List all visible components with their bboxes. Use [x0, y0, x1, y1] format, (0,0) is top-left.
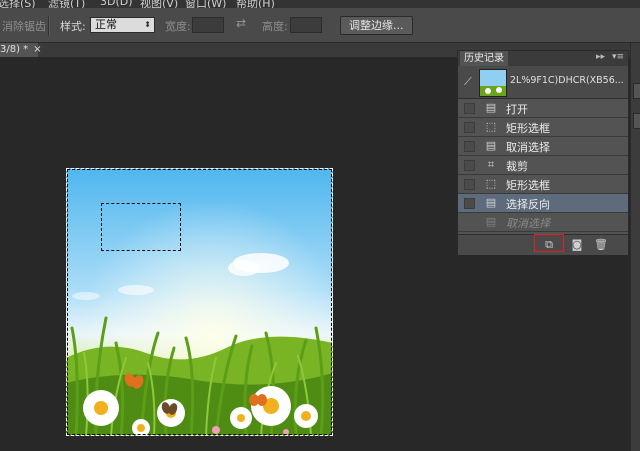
- chevron-updown-icon: ⬍: [144, 20, 151, 29]
- history-item[interactable]: ⬚ 矩形选框: [458, 118, 628, 137]
- menu-select[interactable]: 选择(S): [0, 0, 36, 8]
- history-item-label: 矩形选框: [506, 179, 550, 192]
- refine-edge-button[interactable]: 调整边缘...: [340, 16, 413, 35]
- options-bar: 消除锯齿 样式: 正常 ⬍ 宽度: ⇄ 高度: 调整边缘...: [0, 8, 640, 43]
- height-input[interactable]: [290, 17, 322, 33]
- trash-icon[interactable]: 🗑: [592, 237, 610, 253]
- snapshot-name: 2L%9F1C)DHCR(XB56...: [510, 75, 624, 86]
- document-icon: ▤: [485, 139, 497, 152]
- close-icon[interactable]: ×: [33, 44, 41, 55]
- document-icon: ▤: [485, 215, 497, 228]
- menu-filter[interactable]: 滤镜(T): [48, 0, 85, 8]
- crop-icon: ⌗: [487, 158, 495, 171]
- snapshot-thumbnail: [479, 69, 507, 97]
- history-item-selected[interactable]: ▤ 选择反向: [458, 194, 628, 213]
- menu-view[interactable]: 视图(V): [140, 0, 178, 8]
- panel-menu-icon[interactable]: ▾≡: [612, 52, 624, 62]
- menu-help[interactable]: 帮助(H): [236, 0, 275, 8]
- height-label: 高度:: [262, 20, 288, 33]
- history-item-label: 矩形选框: [506, 122, 550, 135]
- history-item[interactable]: ⬚ 矩形选框: [458, 175, 628, 194]
- history-item-undone[interactable]: ▤ 取消选择: [458, 213, 628, 232]
- history-item[interactable]: ▤ 打开: [458, 99, 628, 118]
- marquee-icon: ⬚: [485, 177, 497, 190]
- width-input[interactable]: [192, 17, 224, 33]
- camera-icon[interactable]: ◙: [568, 237, 586, 253]
- antialias-checkbox-label[interactable]: 消除锯齿: [2, 18, 46, 34]
- style-select-value: 正常: [95, 18, 117, 31]
- marquee-icon: ⬚: [485, 120, 497, 133]
- history-brush-icon[interactable]: ⟋: [464, 75, 472, 89]
- history-item-label: 选择反向: [506, 198, 550, 211]
- style-label: 样式:: [60, 20, 86, 33]
- source-checkbox[interactable]: [464, 141, 475, 152]
- style-select[interactable]: 正常 ⬍: [90, 17, 155, 33]
- swap-arrows-icon[interactable]: ⇄: [236, 16, 246, 30]
- document-icon: ▤: [485, 196, 497, 209]
- history-panel-tab[interactable]: 历史记录: [460, 51, 508, 66]
- history-item-label: 打开: [506, 103, 528, 116]
- history-list: ▤ 打开 ⬚ 矩形选框 ▤ 取消选择 ⌗ 裁剪 ⬚ 矩形选框 ▤ 选择反向 ▤ …: [458, 99, 628, 232]
- menu-bar: 选择(S) 滤镜(T) 3D(D) 视图(V) 窗口(W) 帮助(H): [0, 0, 640, 8]
- highlight-box: [534, 234, 564, 252]
- source-checkbox[interactable]: [464, 179, 475, 190]
- divider: [48, 16, 50, 36]
- history-snapshot[interactable]: ⟋ 2L%9F1C)DHCR(XB56...: [458, 66, 628, 99]
- right-dock: [630, 43, 640, 451]
- history-item-label: 取消选择: [506, 217, 550, 230]
- width-label: 宽度:: [165, 20, 191, 33]
- source-checkbox[interactable]: [464, 198, 475, 209]
- document-tab-label: 3/8) *: [0, 44, 29, 55]
- menu-3d[interactable]: 3D(D): [100, 0, 133, 8]
- source-checkbox[interactable]: [464, 103, 475, 114]
- history-item-label: 取消选择: [506, 141, 550, 154]
- history-item-label: 裁剪: [506, 160, 528, 173]
- menu-window[interactable]: 窗口(W): [185, 0, 226, 8]
- history-panel: 历史记录 ▸▸ ▾≡ ⟋ 2L%9F1C)DHCR(XB56... ▤ 打开 ⬚…: [457, 50, 629, 255]
- selection-marquee-inner: [101, 203, 181, 251]
- document-tab[interactable]: 3/8) * ×: [0, 43, 42, 57]
- history-item[interactable]: ▤ 取消选择: [458, 137, 628, 156]
- dock-button[interactable]: [633, 113, 640, 129]
- dock-button[interactable]: [633, 83, 640, 99]
- source-checkbox[interactable]: [464, 122, 475, 133]
- collapse-icon[interactable]: ▸▸: [596, 52, 605, 62]
- document-icon: ▤: [485, 101, 497, 114]
- source-checkbox[interactable]: [464, 160, 475, 171]
- panel-header: 历史记录 ▸▸ ▾≡: [458, 51, 628, 66]
- history-item[interactable]: ⌗ 裁剪: [458, 156, 628, 175]
